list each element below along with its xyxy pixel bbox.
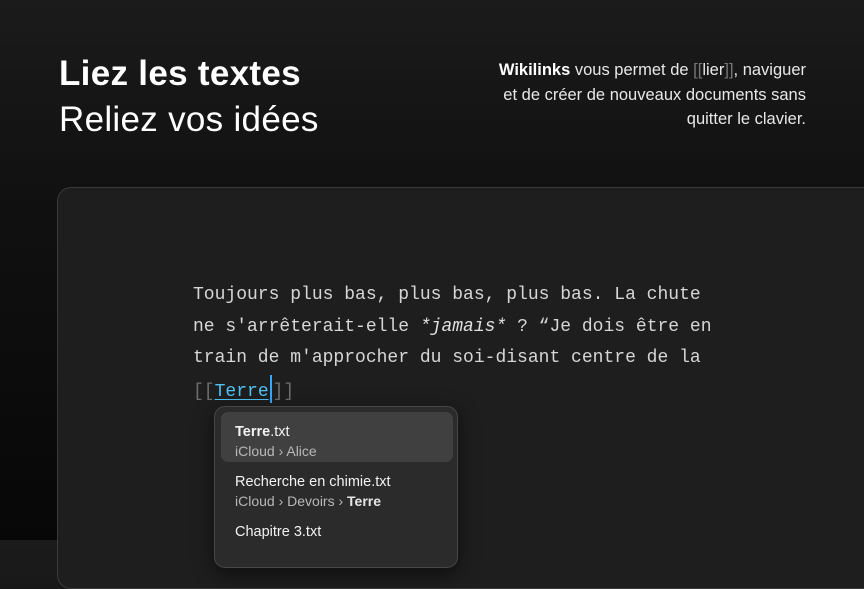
feature-name: Wikilinks: [498, 61, 571, 79]
description-bracket-open: [[: [693, 61, 703, 79]
headline-subtitle: Reliez vos idées: [59, 100, 319, 139]
editor-emphasis: *jamais*: [419, 316, 507, 337]
wikilink-close-bracket: ]]: [272, 381, 295, 402]
autocomplete-item-path: iCloud › Devoirs › Terre: [235, 493, 381, 509]
wikilink-autocomplete-popup: Terre.txt iCloud › Alice Recherche en ch…: [214, 406, 458, 568]
autocomplete-item-title: Terre.txt: [235, 424, 290, 440]
wikilink-open-bracket: [[: [193, 381, 215, 402]
autocomplete-item-title-bold: Terre: [235, 424, 271, 440]
autocomplete-item-recherche[interactable]: Recherche en chimie.txt iCloud › Devoirs…: [221, 462, 453, 512]
text-caret: [269, 374, 272, 403]
headline-title: Liez les textes: [59, 54, 301, 93]
feature-description: Wikilinks vous permet de [[lier]], navig…: [486, 58, 806, 132]
autocomplete-item-path-bold: Terre: [347, 493, 382, 509]
editor-line-2a: ne s'arrêterait-elle: [193, 316, 420, 337]
description-text-before: vous permet de: [570, 61, 694, 79]
wikilink-text[interactable]: Terre: [215, 382, 269, 402]
editor-line-3: train de m'approcher du soi-disant centr…: [193, 348, 701, 368]
autocomplete-item-path: iCloud › Alice: [235, 443, 317, 459]
autocomplete-item-title: Chapitre 3.txt: [235, 524, 322, 540]
description-bracket-close: ]]: [724, 61, 734, 79]
autocomplete-item-chapitre[interactable]: Chapitre 3.txt: [221, 512, 453, 562]
description-link-word: lier: [702, 61, 725, 79]
autocomplete-item-terre[interactable]: Terre.txt iCloud › Alice: [221, 412, 453, 462]
headline: Liez les textes Reliez vos idées: [59, 52, 319, 144]
autocomplete-item-title-rest: .txt: [270, 424, 290, 440]
editor-line-1: Toujours plus bas, plus bas, plus bas. L…: [193, 285, 701, 305]
autocomplete-item-path-text: iCloud › Devoirs ›: [235, 493, 348, 509]
autocomplete-item-title: Recherche en chimie.txt: [235, 474, 391, 490]
text-editor[interactable]: Toujours plus bas, plus bas, plus bas. L…: [193, 280, 813, 408]
editor-line-2b: ? “Je dois être en: [506, 316, 712, 337]
